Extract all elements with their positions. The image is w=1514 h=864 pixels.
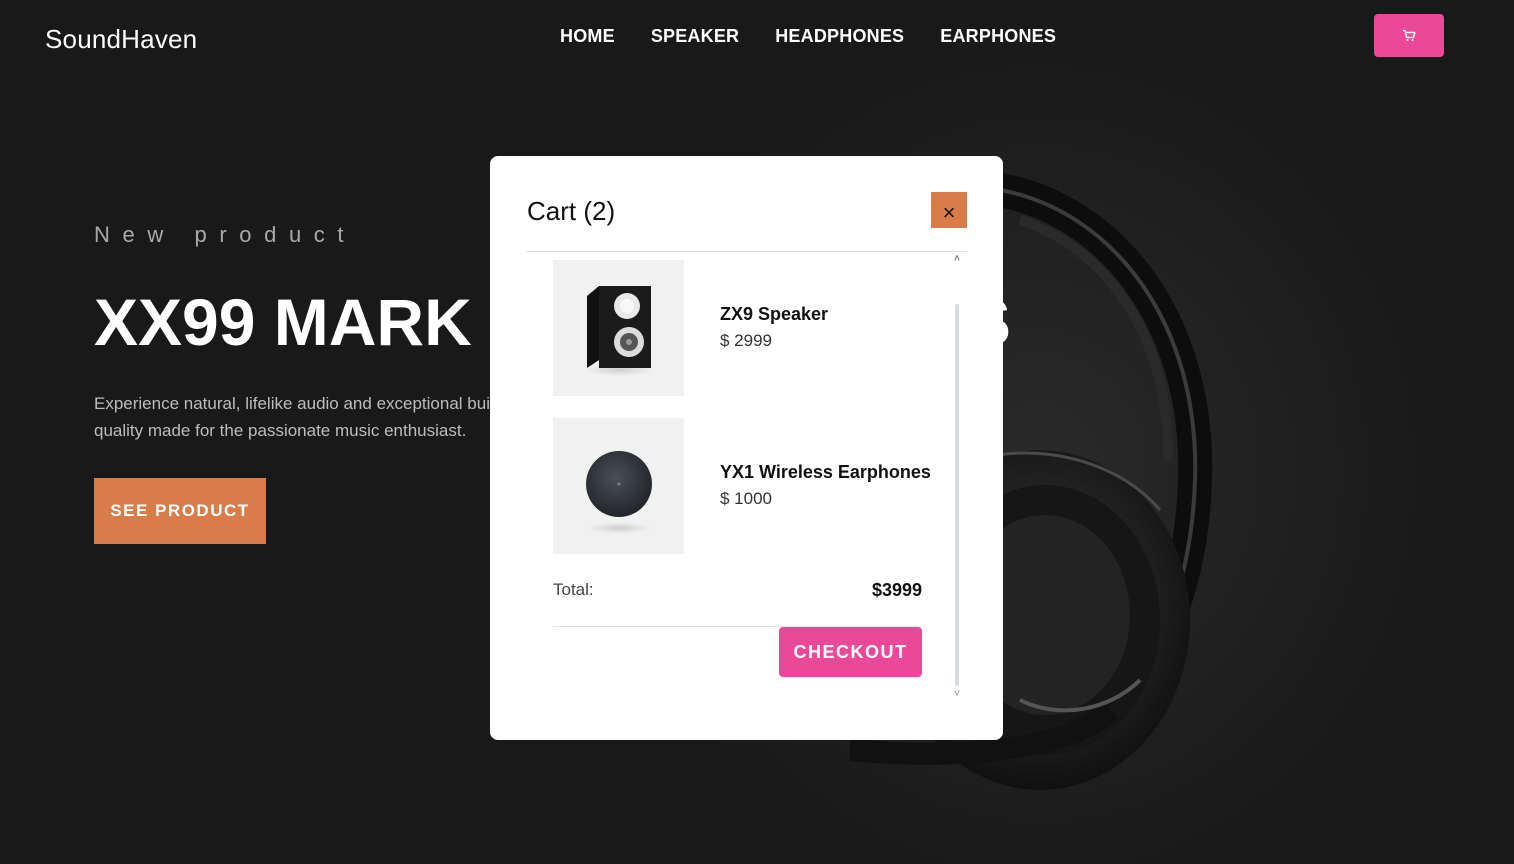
item-name: ZX9 Speaker [720, 304, 829, 324]
scrollbar-thumb[interactable] [955, 304, 959, 686]
cart-item: YX1 Wireless Earphones $ 1000 [553, 418, 933, 554]
total-value: $3999 [871, 580, 922, 600]
earphones-image [553, 418, 684, 554]
item-name: YX1 Wireless Earphones [720, 462, 931, 482]
item-price: $ 1000 [720, 489, 772, 508]
cart-title: Cart (2) [527, 196, 616, 226]
cart-item: ZX9 Speaker $ 2999 [553, 260, 933, 396]
speaker-icon [585, 286, 653, 376]
earphones-case-icon [586, 451, 652, 534]
speaker-image [553, 260, 684, 396]
scroll-up-icon[interactable]: ˄ [950, 254, 964, 265]
close-button[interactable]: × [931, 192, 967, 228]
scrollbar[interactable]: ˄ ˅ [950, 252, 964, 702]
checkout-button[interactable]: CHECKOUT [779, 627, 922, 677]
item-price: $ 2999 [720, 331, 772, 350]
scroll-down-icon[interactable]: ˅ [950, 689, 964, 700]
cart-modal: Cart (2) × ZX9 Speaker $ 2999 YX1 Wirele… [490, 156, 1003, 740]
total-label: Total: [553, 580, 594, 599]
close-icon: × [942, 200, 956, 225]
